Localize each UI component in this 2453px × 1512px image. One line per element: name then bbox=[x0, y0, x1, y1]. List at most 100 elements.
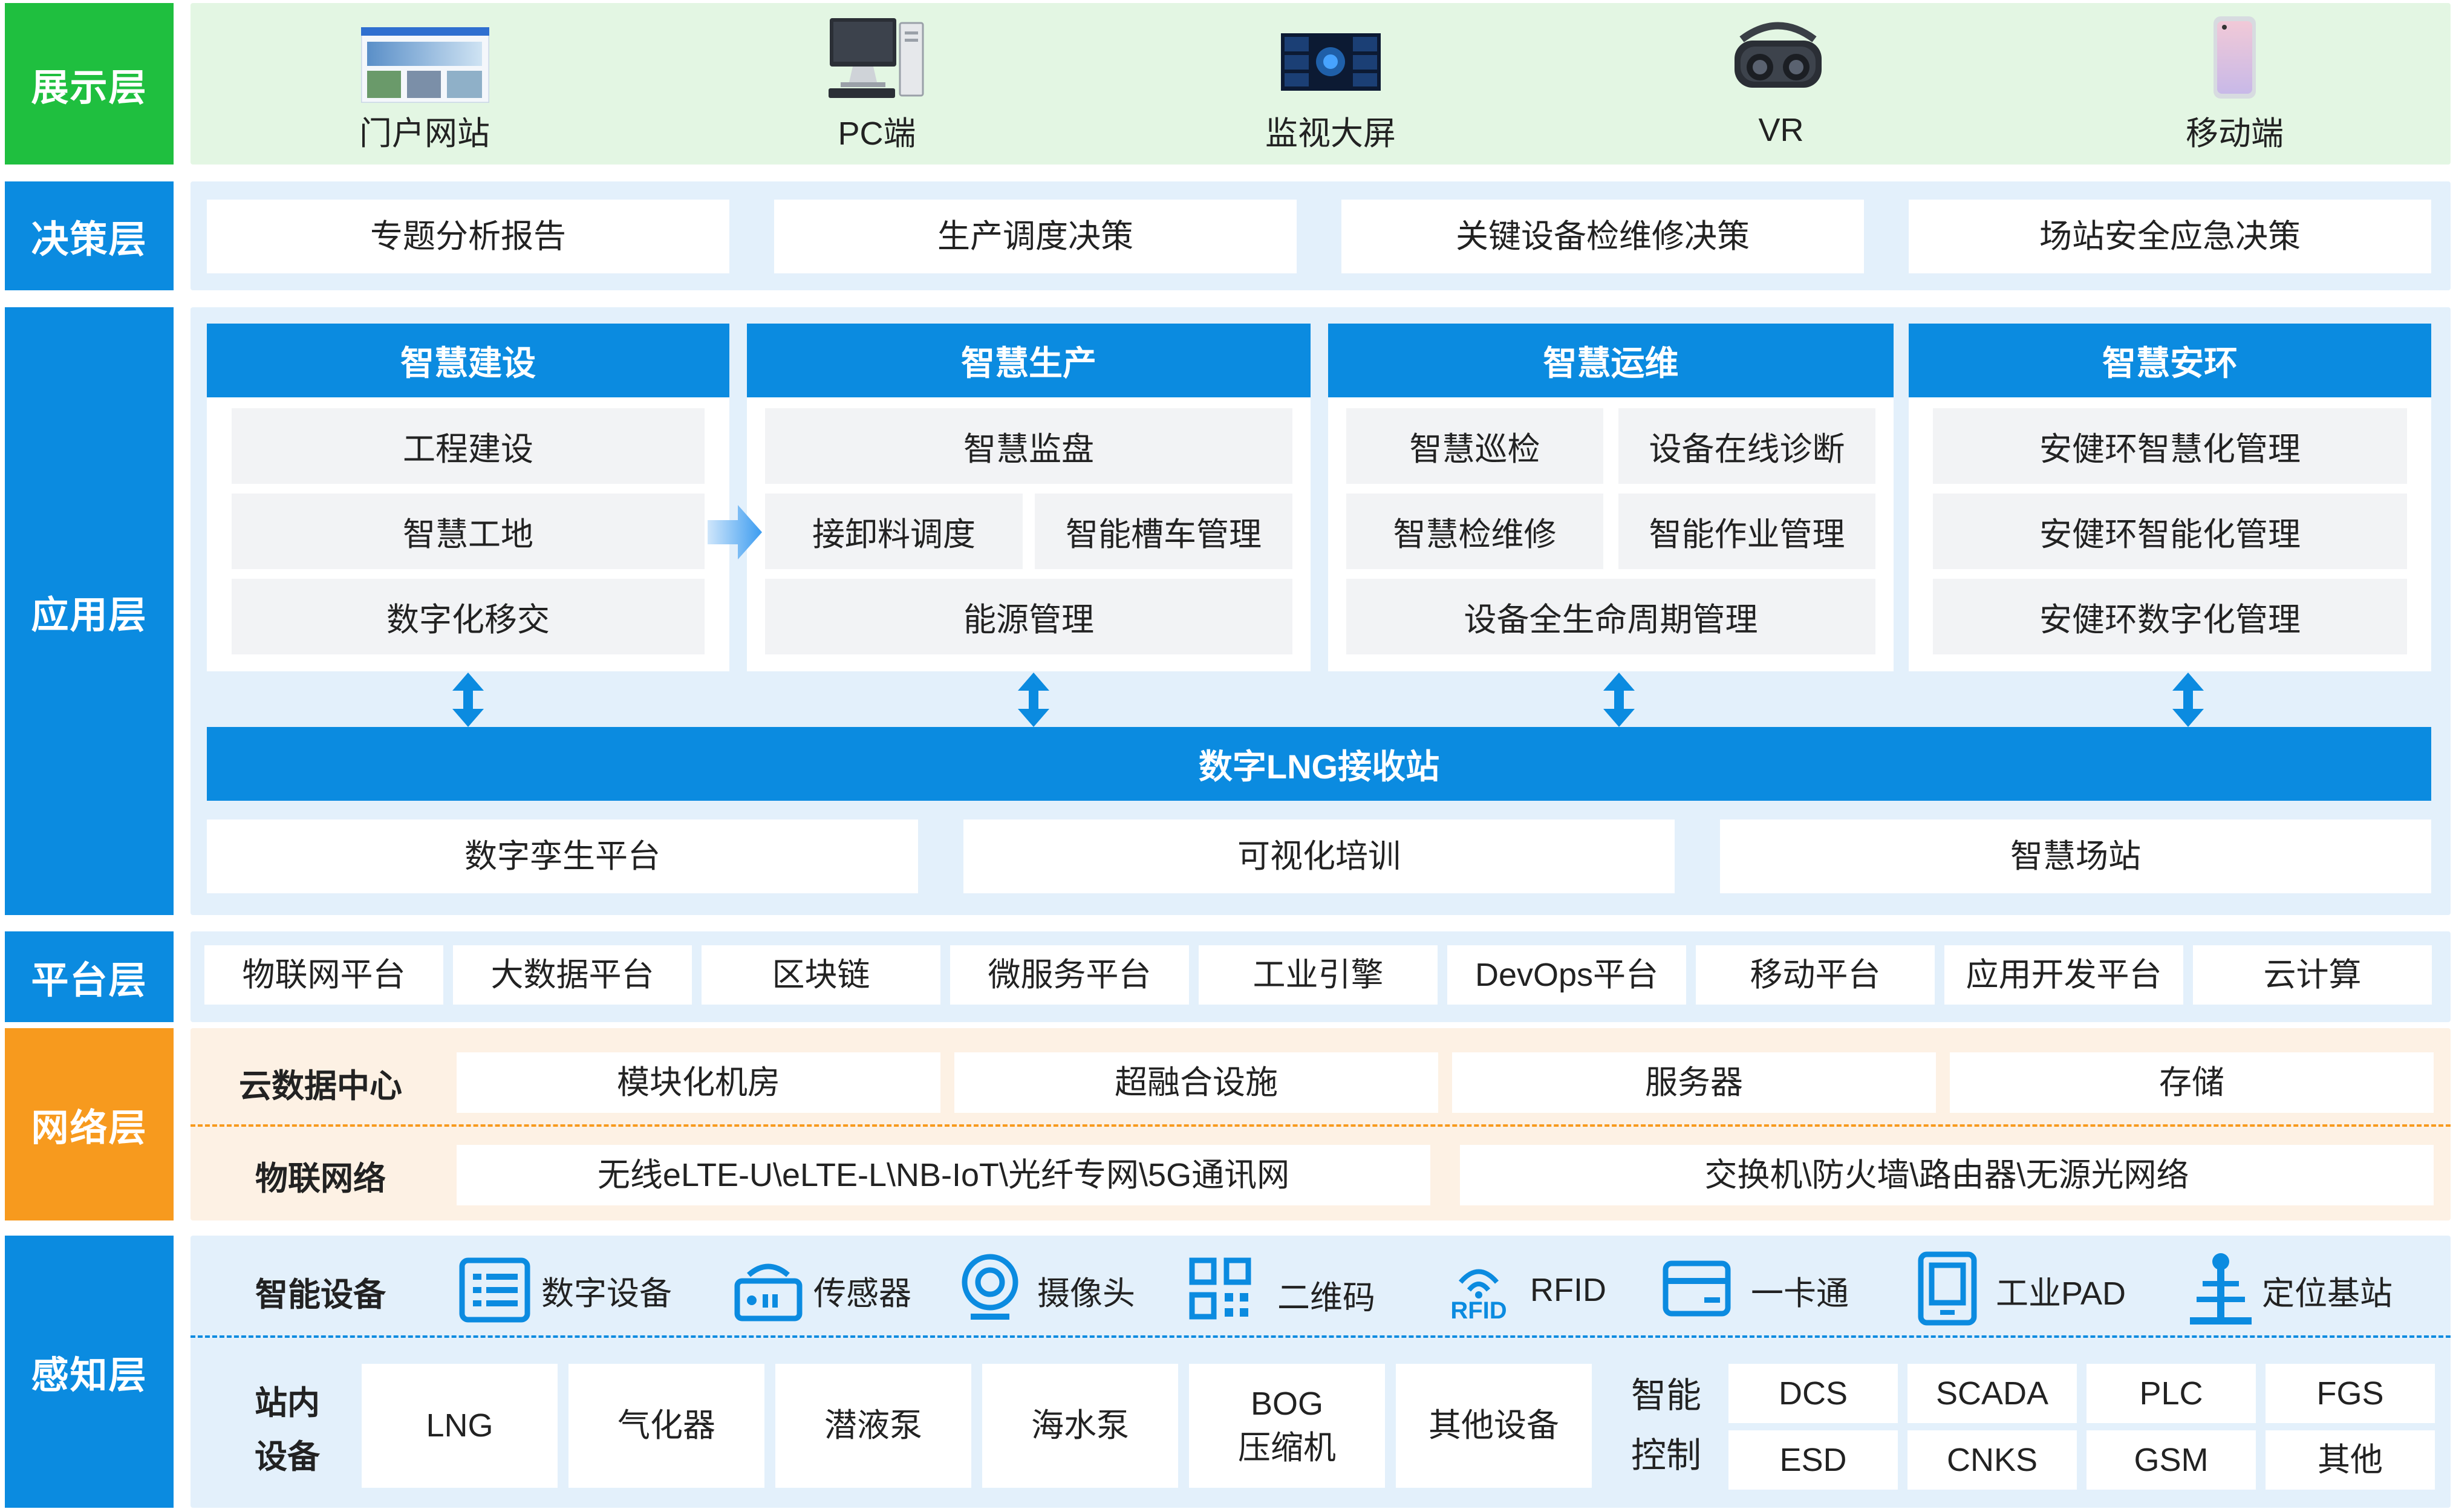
web-portal-icon bbox=[361, 27, 489, 103]
layer-label-perception: 感知层 bbox=[5, 1236, 174, 1508]
control-item: SCADA bbox=[1907, 1364, 2077, 1423]
app-item: 安健环智能化管理 bbox=[1933, 494, 2407, 569]
smart-device-label: 数字设备 bbox=[541, 1275, 672, 1312]
smart-device-label: 摄像头 bbox=[1037, 1275, 1135, 1312]
perception-smart-label: 智能设备 bbox=[255, 1276, 386, 1313]
control-item: FGS bbox=[2266, 1364, 2435, 1423]
decision-item: 专题分析报告 bbox=[207, 200, 729, 273]
layer-label-platform: 平台层 bbox=[5, 931, 174, 1022]
smart-device-label: RFID bbox=[1530, 1272, 1606, 1308]
decision-item: 生产调度决策 bbox=[774, 200, 1297, 273]
control-label-line-2: 控制 bbox=[1630, 1435, 1701, 1475]
smart-device-label: 定位基站 bbox=[2262, 1275, 2393, 1312]
control-item: DCS bbox=[1728, 1364, 1898, 1423]
pc-icon bbox=[829, 17, 925, 102]
layer-label-decision: 决策层 bbox=[5, 181, 174, 290]
network-cloud-item: 模块化机房 bbox=[457, 1052, 940, 1113]
app-item: 智慧工地 bbox=[232, 494, 705, 569]
rfid-icon-text: RFID bbox=[1450, 1297, 1507, 1324]
network-divider bbox=[191, 1124, 2451, 1127]
app-column-header: 智慧建设 bbox=[207, 324, 729, 397]
app-bottom-item: 智慧场站 bbox=[1720, 820, 2431, 893]
app-item: 能源管理 bbox=[765, 579, 1292, 654]
station-item: 其他设备 bbox=[1396, 1364, 1592, 1488]
control-item: PLC bbox=[2087, 1364, 2256, 1423]
network-iot-item: 无线eLTE-U\eLTE-L\NB-IoT\光纤专网\5G通讯网 bbox=[457, 1145, 1430, 1205]
platform-item: 云计算 bbox=[2193, 945, 2432, 1005]
station-item: 海水泵 bbox=[982, 1364, 1178, 1488]
camera-icon bbox=[959, 1253, 1022, 1323]
station-item: 潜液泵 bbox=[775, 1364, 971, 1488]
sensor-icon bbox=[734, 1257, 803, 1323]
perception-divider bbox=[191, 1335, 2451, 1338]
display-item-label: 监视大屏 bbox=[1265, 115, 1396, 152]
app-item: 智慧巡检 bbox=[1346, 408, 1603, 484]
qr-code-icon bbox=[1188, 1257, 1252, 1320]
app-item: 安健环数字化管理 bbox=[1933, 579, 2407, 654]
double-arrow-icon bbox=[1015, 673, 1052, 727]
smart-device-label: 二维码 bbox=[1277, 1279, 1375, 1316]
network-cloud-item: 超融合设施 bbox=[954, 1052, 1438, 1113]
app-column-header: 智慧运维 bbox=[1328, 324, 1894, 397]
display-item-label: 门户网站 bbox=[359, 115, 490, 152]
network-cloud-item: 存储 bbox=[1950, 1052, 2434, 1113]
app-item: 设备全生命周期管理 bbox=[1346, 579, 1875, 654]
smart-device-label: 传感器 bbox=[813, 1275, 911, 1312]
app-item: 数字化移交 bbox=[232, 579, 705, 654]
base-station-icon bbox=[2188, 1251, 2254, 1326]
center-bar: 数字LNG接收站 bbox=[207, 727, 2431, 801]
double-arrow-icon bbox=[2170, 673, 2206, 727]
display-item-label: PC端 bbox=[838, 115, 916, 152]
display-item-label: 移动端 bbox=[2186, 115, 2284, 152]
decision-item: 关键设备检维修决策 bbox=[1341, 200, 1864, 273]
app-column-header: 智慧安环 bbox=[1909, 324, 2431, 397]
platform-item: 微服务平台 bbox=[950, 945, 1189, 1005]
platform-item: 大数据平台 bbox=[453, 945, 692, 1005]
app-item: 设备在线诊断 bbox=[1618, 408, 1875, 484]
platform-item: 区块链 bbox=[702, 945, 940, 1005]
station-item-bog-line-2: 压缩机 bbox=[1238, 1429, 1336, 1466]
network-cloud-item: 服务器 bbox=[1452, 1052, 1936, 1113]
digital-device-icon bbox=[458, 1257, 531, 1323]
station-item: LNG bbox=[362, 1364, 558, 1488]
app-bottom-item: 数字孪生平台 bbox=[207, 820, 918, 893]
platform-item: 物联网平台 bbox=[204, 945, 443, 1005]
display-item-label: VR bbox=[1758, 112, 1804, 148]
station-item-bog-line-1: BOG bbox=[1250, 1385, 1324, 1422]
monitor-screen-icon bbox=[1281, 33, 1381, 91]
platform-item: 应用开发平台 bbox=[1944, 945, 2183, 1005]
app-item: 接卸料调度 bbox=[765, 494, 1023, 569]
flow-arrow-icon bbox=[708, 502, 762, 562]
decision-item: 场站安全应急决策 bbox=[1909, 200, 2431, 273]
double-arrow-icon bbox=[1601, 673, 1637, 727]
double-arrow-icon bbox=[450, 673, 486, 727]
app-item: 工程建设 bbox=[232, 408, 705, 484]
tablet-icon bbox=[1917, 1251, 1978, 1326]
platform-item: 工业引擎 bbox=[1199, 945, 1438, 1005]
network-cloud-label: 云数据中心 bbox=[239, 1067, 402, 1104]
smart-device-label: 工业PAD bbox=[1996, 1275, 2126, 1312]
layer-label-display: 展示层 bbox=[5, 3, 174, 165]
control-item: ESD bbox=[1728, 1430, 1898, 1490]
app-item: 智能槽车管理 bbox=[1035, 494, 1292, 569]
station-label-line-1: 站内 bbox=[255, 1384, 320, 1421]
rfid-icon: RFID bbox=[1442, 1255, 1515, 1325]
app-item: 智慧检维修 bbox=[1346, 494, 1603, 569]
control-label-line-1: 智能 bbox=[1630, 1375, 1701, 1415]
platform-item: DevOps平台 bbox=[1447, 945, 1686, 1005]
platform-item: 移动平台 bbox=[1696, 945, 1935, 1005]
station-item-bog: BOG 压缩机 bbox=[1189, 1364, 1385, 1488]
app-column-header: 智慧生产 bbox=[747, 324, 1311, 397]
app-item: 智能作业管理 bbox=[1618, 494, 1875, 569]
station-label-line-2: 设备 bbox=[255, 1439, 320, 1475]
app-bottom-item: 可视化培训 bbox=[963, 820, 1675, 893]
layer-label-network: 网络层 bbox=[5, 1028, 174, 1220]
mobile-phone-icon bbox=[2201, 15, 2268, 100]
station-label: 站内 设备 bbox=[200, 1367, 375, 1494]
app-item: 安健环智慧化管理 bbox=[1933, 408, 2407, 484]
network-iot-item: 交换机\防火墙\路由器\无源光网络 bbox=[1460, 1145, 2434, 1205]
control-item: GSM bbox=[2087, 1430, 2256, 1490]
vr-headset-icon bbox=[1730, 15, 1826, 106]
control-label: 智能 控制 bbox=[1609, 1364, 1724, 1488]
app-item: 智慧监盘 bbox=[765, 408, 1292, 484]
